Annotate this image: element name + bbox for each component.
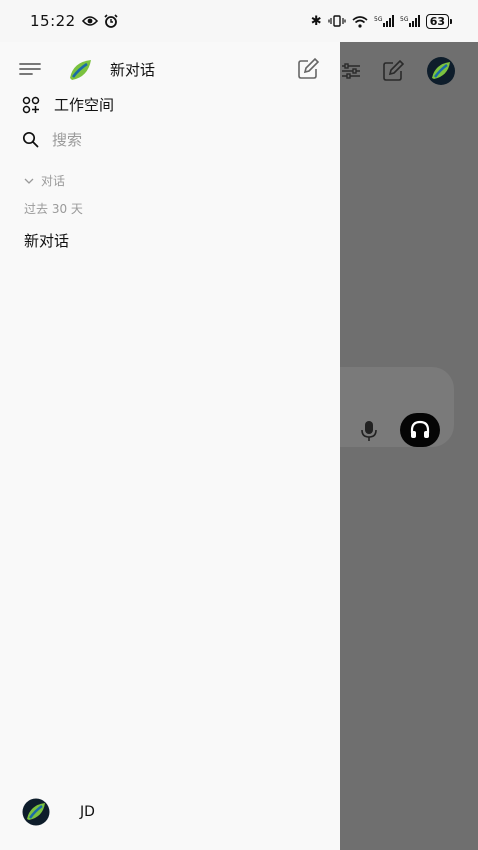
battery-icon: 63 — [425, 13, 452, 29]
battery-level: 63 — [425, 13, 449, 29]
search-input[interactable]: 搜索 — [22, 129, 82, 150]
background-input-bar — [340, 367, 454, 447]
leaf-logo-icon — [70, 60, 91, 80]
signal-5g-icon-2: 5G — [400, 14, 420, 27]
signal-5g-icon: 5G — [374, 14, 394, 27]
svg-text:5G: 5G — [400, 16, 409, 23]
status-time: 15:22 — [30, 12, 76, 30]
dimmed-overlay[interactable] — [340, 42, 478, 850]
conversation-item[interactable]: 新对话 — [24, 230, 69, 251]
compose-edit-icon[interactable] — [296, 57, 322, 81]
chevron-down-icon — [24, 178, 34, 184]
status-bar: 15:22 ✱ 5G 5G 63 — [0, 0, 478, 42]
navigation-drawer: 新对话 工作空间 搜索 对话 过去 30 天 新对话 JD — [0, 42, 340, 850]
voice-mode-button — [400, 413, 440, 447]
search-icon — [22, 131, 39, 148]
section-label: 对话 — [41, 174, 66, 188]
compose-edit-icon — [383, 60, 404, 81]
workspace-row[interactable]: 工作空间 — [22, 94, 114, 115]
conversations-section-toggle[interactable]: 对话 — [24, 172, 65, 189]
avatar — [22, 798, 50, 826]
alarm-icon — [104, 14, 118, 28]
user-name: JD — [80, 804, 95, 820]
workspace-grid-icon — [22, 96, 40, 113]
wifi-icon — [352, 15, 368, 28]
period-label: 过去 30 天 — [24, 202, 83, 216]
workspace-label: 工作空间 — [54, 96, 115, 114]
status-left: 15:22 — [30, 12, 118, 30]
status-right: ✱ 5G 5G 63 — [310, 13, 452, 29]
user-profile-button[interactable]: JD — [22, 798, 95, 826]
bluetooth-icon: ✱ — [310, 13, 322, 29]
microphone-icon — [361, 421, 377, 441]
vibrate-icon — [328, 15, 346, 27]
settings-sliders-icon — [342, 63, 360, 79]
headset-icon — [410, 420, 430, 438]
eye-icon — [81, 16, 98, 26]
header-title[interactable]: 新对话 — [110, 59, 155, 80]
drawer-header: 新对话 — [0, 52, 340, 86]
background-toolbar — [340, 56, 478, 86]
search-placeholder: 搜索 — [52, 131, 83, 149]
hamburger-menu-icon[interactable] — [18, 58, 44, 80]
svg-text:5G: 5G — [374, 16, 383, 23]
leaf-logo-icon — [427, 57, 455, 85]
